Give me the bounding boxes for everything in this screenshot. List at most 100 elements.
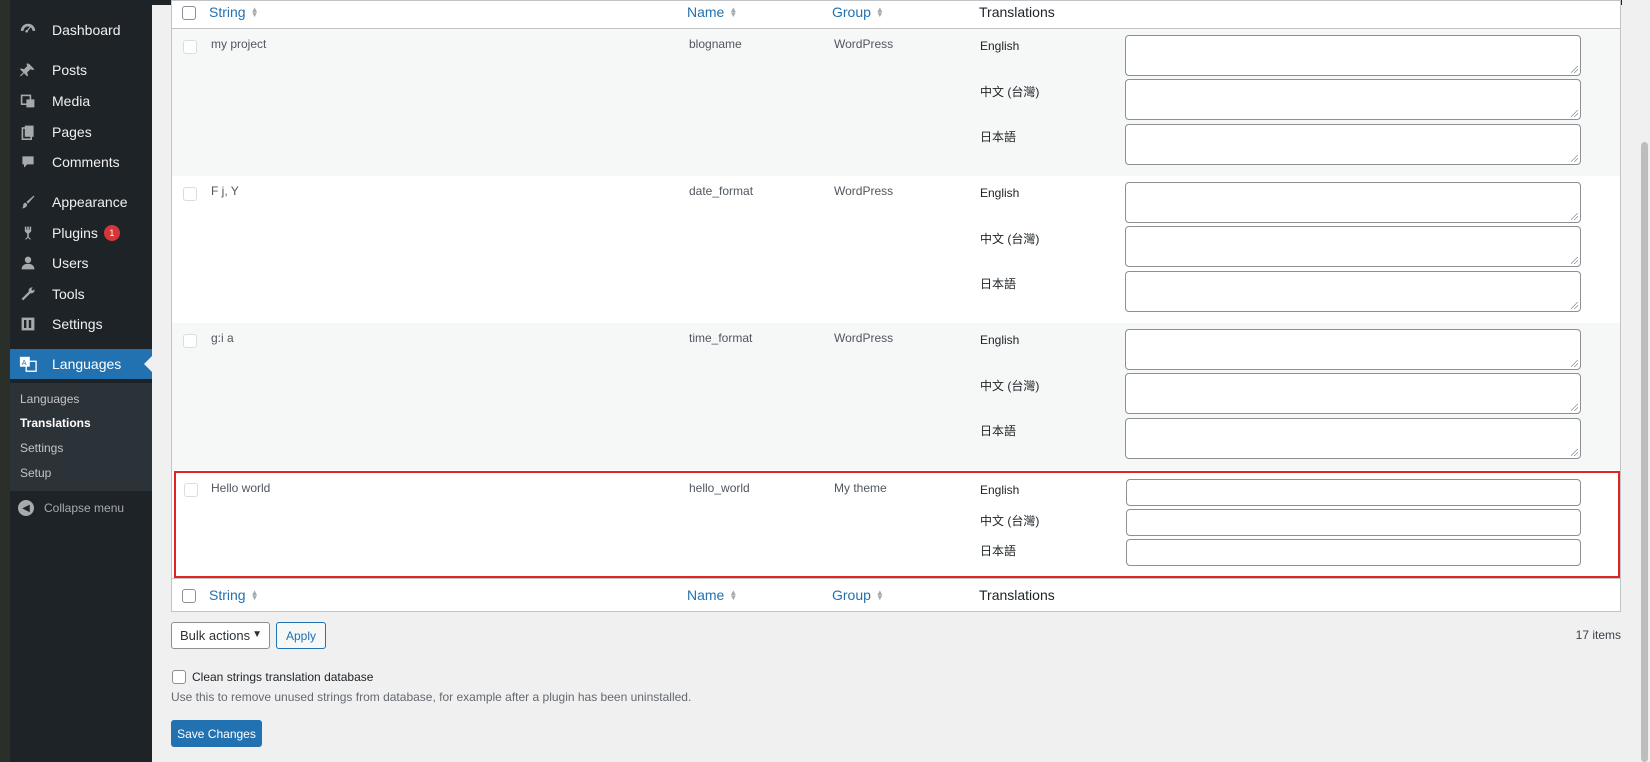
language-label: 日本語 bbox=[980, 130, 1017, 144]
translation-textarea[interactable] bbox=[1125, 35, 1581, 76]
plugin-icon bbox=[18, 223, 38, 243]
select-all-checkbox-bottom[interactable] bbox=[182, 589, 196, 603]
sidebar-item-label: Plugins bbox=[52, 225, 98, 241]
sort-icon: ▲ ▼ bbox=[250, 588, 259, 602]
sidebar-item-languages[interactable]: A Languages bbox=[10, 349, 152, 379]
translation-textarea[interactable] bbox=[1125, 124, 1581, 165]
plugin-update-badge: 1 bbox=[103, 225, 120, 241]
media-icon bbox=[18, 91, 38, 111]
collapse-arrow-icon: ◀ bbox=[18, 500, 34, 516]
group-value: WordPress bbox=[834, 331, 894, 345]
items-count: 17 items bbox=[1575, 628, 1621, 642]
column-translations: Translations bbox=[979, 587, 1055, 603]
table-row: F j, Y date_format WordPress English 中文 … bbox=[172, 176, 1620, 323]
sidebar-item-label: Posts bbox=[52, 62, 88, 78]
column-name[interactable]: Name ▲ ▼ bbox=[687, 4, 737, 20]
brush-icon bbox=[18, 192, 38, 212]
translation-textarea[interactable] bbox=[1125, 418, 1581, 459]
strings-table: String ▲ ▼ Name ▲ ▼ Group ▲ ▼ Translations my … bbox=[171, 0, 1621, 612]
comments-icon bbox=[18, 152, 38, 172]
languages-submenu: Languages Translations Settings Setup bbox=[10, 383, 152, 491]
sort-icon: ▲ ▼ bbox=[875, 5, 884, 19]
admin-sidebar: Dashboard Posts Media Pages Comments App… bbox=[10, 0, 152, 762]
submenu-languages[interactable]: Languages bbox=[20, 392, 79, 406]
submenu-settings[interactable]: Settings bbox=[20, 441, 63, 455]
sidebar-item-media[interactable]: Media bbox=[10, 86, 152, 116]
translation-textarea[interactable] bbox=[1125, 226, 1581, 267]
translation-textarea[interactable] bbox=[1125, 271, 1581, 312]
table-header: String ▲ ▼ Name ▲ ▼ Group ▲ ▼ Translations bbox=[172, 1, 1620, 29]
language-label: English bbox=[980, 186, 1020, 200]
wrench-icon bbox=[18, 284, 38, 304]
sidebar-item-label: Tools bbox=[52, 286, 85, 302]
language-label: English bbox=[980, 39, 1020, 53]
name-value: time_format bbox=[689, 331, 753, 345]
table-footer-header: String ▲ ▼ Name ▲ ▼ Group ▲ ▼ Translations bbox=[172, 578, 1620, 612]
column-group[interactable]: Group ▲ ▼ bbox=[832, 4, 884, 20]
collapse-label: Collapse menu bbox=[44, 501, 125, 515]
bulk-actions-select[interactable]: Bulk actions ▼ bbox=[171, 622, 270, 649]
group-value: WordPress bbox=[834, 37, 894, 51]
pages-icon bbox=[18, 122, 38, 142]
svg-text:A: A bbox=[22, 358, 27, 367]
sidebar-item-plugins[interactable]: Plugins 1 bbox=[10, 218, 152, 248]
translation-textarea[interactable] bbox=[1125, 79, 1581, 120]
string-value: g:i a bbox=[211, 331, 234, 345]
translation-textarea[interactable] bbox=[1125, 329, 1581, 370]
row-checkbox[interactable] bbox=[183, 334, 197, 348]
sidebar-item-pages[interactable]: Pages bbox=[10, 117, 152, 147]
string-value: F j, Y bbox=[211, 184, 239, 198]
language-label: 日本語 bbox=[980, 277, 1017, 291]
save-changes-button[interactable]: Save Changes bbox=[171, 720, 262, 747]
scrollbar-thumb[interactable] bbox=[1641, 142, 1648, 762]
table-row: my project blogname WordPress English 中文… bbox=[172, 29, 1620, 176]
translate-icon: A bbox=[18, 354, 38, 374]
sidebar-item-tools[interactable]: Tools bbox=[10, 279, 152, 309]
translation-textarea[interactable] bbox=[1125, 373, 1581, 414]
clean-database-checkbox[interactable] bbox=[172, 670, 186, 684]
sort-icon: ▲ ▼ bbox=[729, 588, 738, 602]
sidebar-item-users[interactable]: Users bbox=[10, 248, 152, 278]
language-label: 中文 (台灣) bbox=[980, 232, 1040, 246]
language-label: 日本語 bbox=[980, 424, 1017, 438]
users-icon bbox=[18, 253, 38, 273]
sidebar-item-label: Media bbox=[52, 93, 91, 109]
row-checkbox[interactable] bbox=[183, 40, 197, 54]
apply-button[interactable]: Apply bbox=[276, 622, 326, 649]
name-value: date_format bbox=[689, 184, 754, 198]
sidebar-item-comments[interactable]: Comments bbox=[10, 147, 152, 177]
column-string[interactable]: String ▲ ▼ bbox=[209, 4, 259, 20]
dashboard-icon bbox=[18, 20, 38, 40]
collapse-menu-button[interactable]: ◀ Collapse menu bbox=[10, 496, 152, 520]
sidebar-item-settings[interactable]: Settings bbox=[10, 309, 152, 339]
language-label: English bbox=[980, 333, 1020, 347]
translation-textarea[interactable] bbox=[1125, 182, 1581, 223]
sidebar-item-label: Dashboard bbox=[52, 22, 121, 38]
sidebar-item-dashboard[interactable]: Dashboard bbox=[10, 15, 152, 45]
select-all-checkbox[interactable] bbox=[182, 6, 196, 20]
chevron-down-icon: ▼ bbox=[252, 629, 262, 640]
column-name[interactable]: Name ▲ ▼ bbox=[687, 587, 737, 603]
submenu-translations[interactable]: Translations bbox=[20, 416, 91, 430]
clean-database-description: Use this to remove unused strings from d… bbox=[171, 690, 692, 704]
language-label: 中文 (台灣) bbox=[980, 85, 1040, 99]
column-string[interactable]: String ▲ ▼ bbox=[209, 587, 259, 603]
sidebar-item-label: Settings bbox=[52, 316, 103, 332]
sort-icon: ▲ ▼ bbox=[729, 5, 738, 19]
sidebar-item-label: Appearance bbox=[52, 194, 128, 210]
sidebar-item-appearance[interactable]: Appearance bbox=[10, 187, 152, 217]
language-label: 中文 (台灣) bbox=[980, 379, 1040, 393]
clean-database-label[interactable]: Clean strings translation database bbox=[192, 670, 373, 684]
sort-icon: ▲ ▼ bbox=[250, 5, 259, 19]
column-group[interactable]: Group ▲ ▼ bbox=[832, 587, 884, 603]
highlight-box bbox=[174, 471, 1620, 578]
sidebar-item-label: Pages bbox=[52, 124, 92, 140]
group-value: WordPress bbox=[834, 184, 894, 198]
settings-icon bbox=[18, 314, 38, 334]
sidebar-item-posts[interactable]: Posts bbox=[10, 55, 152, 85]
sidebar-item-label: Languages bbox=[52, 356, 122, 372]
row-checkbox[interactable] bbox=[183, 187, 197, 201]
desktop-edge bbox=[0, 0, 10, 762]
table-row: g:i a time_format WordPress English 中文 (… bbox=[172, 323, 1620, 470]
submenu-setup[interactable]: Setup bbox=[20, 466, 51, 480]
